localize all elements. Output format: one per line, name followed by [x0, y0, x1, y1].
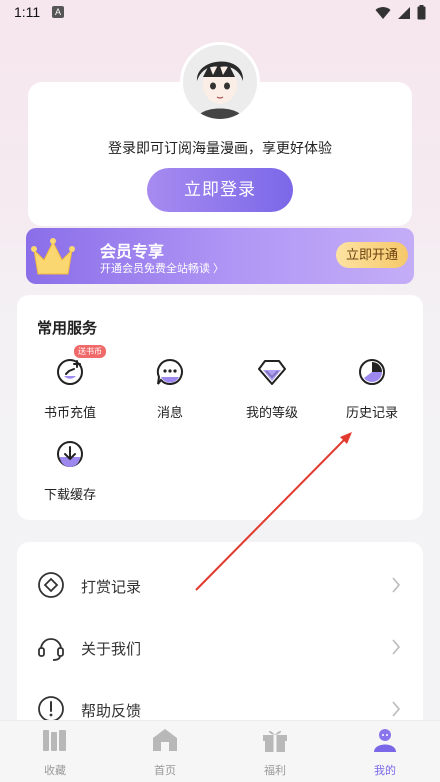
menu-label: 打赏记录: [81, 579, 142, 596]
headset-icon: [38, 638, 64, 661]
battery-icon: [417, 5, 426, 20]
status-time: 1:11: [14, 4, 41, 20]
status-bar: 1:11 A: [0, 0, 440, 26]
signal-icon: [398, 6, 410, 19]
message-icon: [156, 358, 183, 385]
coin-icon: [57, 359, 83, 385]
menu-item-reward-records[interactable]: 打赏记录: [17, 554, 423, 616]
service-recharge[interactable]: 送书币 书币充值: [25, 345, 115, 421]
diamond-icon: [258, 360, 286, 385]
services-title: 常用服务: [37, 320, 98, 337]
bookshelf-icon: [43, 730, 66, 751]
service-level[interactable]: 我的等级: [227, 357, 317, 421]
vip-banner[interactable]: 会员专享 开通会员免费全站畅读 〉 立即开通: [26, 228, 414, 284]
bottom-tab-bar: 收藏 首页 福利 我的: [0, 720, 440, 782]
tab-home[interactable]: 首页: [125, 727, 205, 778]
service-label: 书币充值: [43, 405, 96, 420]
tab-label: 收藏: [44, 765, 66, 777]
tab-mine[interactable]: 我的: [345, 727, 425, 778]
tab-label: 我的: [374, 765, 396, 777]
services-card: 常用服务 送书币 书币充值 消息 我的等级 历史记录 下载缓存: [17, 295, 423, 520]
menu-label: 关于我们: [81, 641, 142, 658]
service-messages[interactable]: 消息: [125, 357, 215, 421]
crown-icon: [31, 238, 75, 275]
home-icon: [153, 729, 177, 751]
tab-collection[interactable]: 收藏: [15, 727, 95, 778]
service-history[interactable]: 历史记录: [327, 357, 417, 421]
menu-item-about-us[interactable]: 关于我们: [17, 616, 423, 678]
download-icon: [57, 441, 83, 467]
avatar[interactable]: [180, 42, 260, 122]
vip-subtitle: 开通会员免费全站畅读 〉: [100, 263, 225, 275]
chevron-right-icon: [392, 639, 401, 655]
chevron-right-icon: [392, 701, 401, 717]
notification-icon: A: [52, 6, 64, 18]
vip-open-button[interactable]: 立即开通: [336, 242, 408, 268]
login-button[interactable]: 立即登录: [147, 168, 293, 212]
service-label: 历史记录: [345, 405, 398, 420]
service-download[interactable]: 下载缓存: [25, 439, 115, 503]
service-label: 消息: [156, 405, 183, 420]
menu-label: 帮助反馈: [81, 703, 142, 720]
reward-icon: [38, 572, 64, 598]
tab-welfare[interactable]: 福利: [235, 727, 315, 778]
wifi-icon: [375, 6, 391, 19]
vip-title: 会员专享: [100, 244, 165, 261]
tab-label: 首页: [154, 765, 176, 777]
avatar-image: [183, 45, 257, 119]
profile-icon: [374, 729, 396, 752]
gift-icon: [263, 730, 287, 752]
service-label: 我的等级: [245, 405, 298, 420]
recharge-badge: 送书币: [74, 345, 106, 358]
service-label: 下载缓存: [43, 487, 96, 502]
chevron-right-icon: [392, 577, 401, 593]
login-tip: 登录即可订阅海量漫画，享更好体验: [108, 140, 332, 156]
history-icon: [359, 359, 385, 385]
tab-label: 福利: [264, 765, 286, 777]
status-icons: [375, 5, 426, 20]
help-icon: [38, 696, 64, 722]
